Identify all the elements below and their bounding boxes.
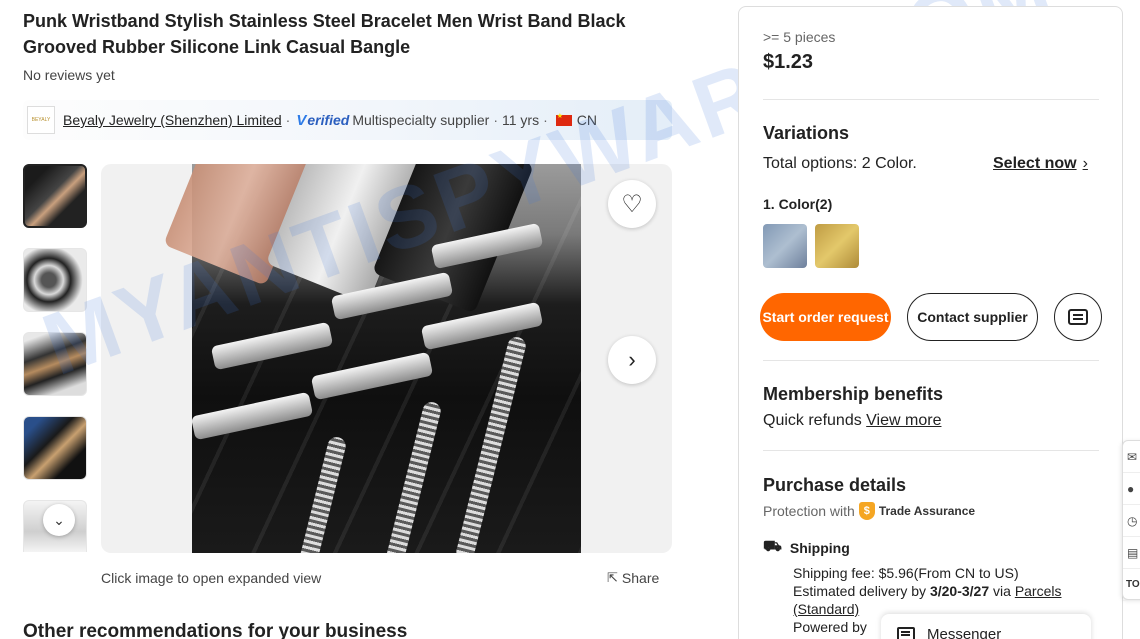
carrier-type-link[interactable]: (Standard) [793,600,859,618]
chat-icon [1068,309,1088,325]
thumbnail-4[interactable] [23,416,87,480]
bracelet-chain [274,435,348,553]
purchase-panel: >= 5 pieces $1.23 Variations Total optio… [738,6,1123,639]
separator: · [285,112,291,128]
separator: · [493,112,498,128]
main-product-image[interactable]: ♡ › [101,164,672,553]
carrier-link[interactable]: Parcels [1015,583,1062,599]
thumbnail-1[interactable] [23,164,87,228]
thumbnail-list: ⌄ [23,164,87,572]
estimated-dates: 3/20-3/27 [929,583,990,599]
supplier-years: 11 yrs [501,112,540,128]
other-recommendations-heading: Other recommendations for your business [23,621,408,639]
variations-total: Total options: 2 Color. [763,155,917,172]
shipping-heading: ⛟ Shipping [763,538,850,557]
verified-check-icon: V [296,111,307,129]
thumbnail-3[interactable] [23,332,87,396]
supplier-type: Multispecialty supplier [352,112,490,128]
membership-heading: Membership benefits [763,384,944,404]
china-flag-icon [555,112,572,126]
purchase-details-heading: Purchase details [763,475,907,495]
thumbnail-2[interactable] [23,248,87,312]
back-to-top-button[interactable]: TO [1123,569,1140,601]
supplier-country: CN [576,112,597,128]
divider [763,450,1099,451]
truck-icon: ⛟ [763,538,782,555]
view-more-link[interactable]: View more [866,412,941,429]
verified-label: erified [307,112,350,128]
favorite-heart-icon[interactable]: ♡ [608,180,656,228]
estimated-prefix: Estimated delivery by [793,583,927,599]
shipping-fee: Shipping fee: $5.96(From CN to US) [793,565,1019,581]
price: $1.23 [763,51,814,73]
contact-supplier-button[interactable]: Contact supplier [907,293,1038,341]
share-icon: ⇱ [607,570,618,585]
bracelet-chain [369,400,443,553]
quantity-tier: >= 5 pieces [763,29,836,45]
divider [763,99,1099,100]
estimated-delivery: Estimated delivery by 3/20-3/27 via Parc… [793,582,1062,600]
mail-icon[interactable]: ✉ [1123,441,1140,473]
share-button[interactable]: ⇱ Share [607,570,659,586]
trade-assurance-shield-icon: $ [858,502,875,520]
variations-heading: Variations [763,123,850,143]
product-title: Punk Wristband Stylish Stainless Steel B… [23,11,626,57]
messenger-icon [897,627,915,639]
chevron-right-icon: › [1082,155,1088,172]
reviews-text: No reviews yet [23,67,115,83]
messenger-label: Messenger [927,625,1002,639]
color-label: 1. Color(2) [763,196,833,212]
membership-benefit: Quick refunds [763,412,862,429]
trade-assurance-label: Trade Assurance [878,504,976,518]
history-icon[interactable]: ◷ [1123,505,1140,537]
chevron-down-icon[interactable]: ⌄ [43,504,75,536]
powered-by: Powered by [793,619,867,635]
share-label: Share [621,570,660,586]
select-now-label: Select now [993,155,1077,172]
protection-row: Protection with $ Trade Assurance [763,502,975,520]
supplier-logo[interactable]: BEYALY [27,106,55,134]
supplier-bar: BEYALY Beyaly Jewelry (Shenzhen) Limited… [23,100,672,140]
start-order-button[interactable]: Start order request [760,293,891,341]
shipping-label: Shipping [789,539,850,556]
divider [763,360,1099,361]
via-text: via [993,583,1011,599]
bracelet-link [210,321,334,371]
product-photo[interactable] [163,164,581,553]
side-toolbar: ✉ ● ◷ ▤ TO [1122,440,1140,601]
bracelet-chain [454,335,528,553]
verified-badge[interactable]: Verified [296,112,349,129]
protection-text: Protection with [763,503,855,519]
messenger-widget[interactable]: Messenger [881,614,1091,639]
supplier-name-link[interactable]: Beyaly Jewelry (Shenzhen) Limited [63,112,282,128]
bracelet-link [310,351,434,401]
trade-assurance-badge[interactable]: $ Trade Assurance [858,502,976,520]
document-icon[interactable]: ▤ [1123,537,1140,569]
color-swatch-1[interactable] [763,224,807,268]
color-swatch-2[interactable] [815,224,859,268]
image-caption: Click image to open expanded view [101,570,322,586]
avatar-icon[interactable]: ● [1123,473,1140,505]
membership-text: Quick refunds View more [763,412,941,430]
select-now-link[interactable]: Select now › [993,155,1088,173]
chevron-right-icon[interactable]: › [608,336,656,384]
separator: · [543,112,548,128]
chat-button[interactable] [1054,293,1102,341]
bracelet-link [190,391,314,441]
